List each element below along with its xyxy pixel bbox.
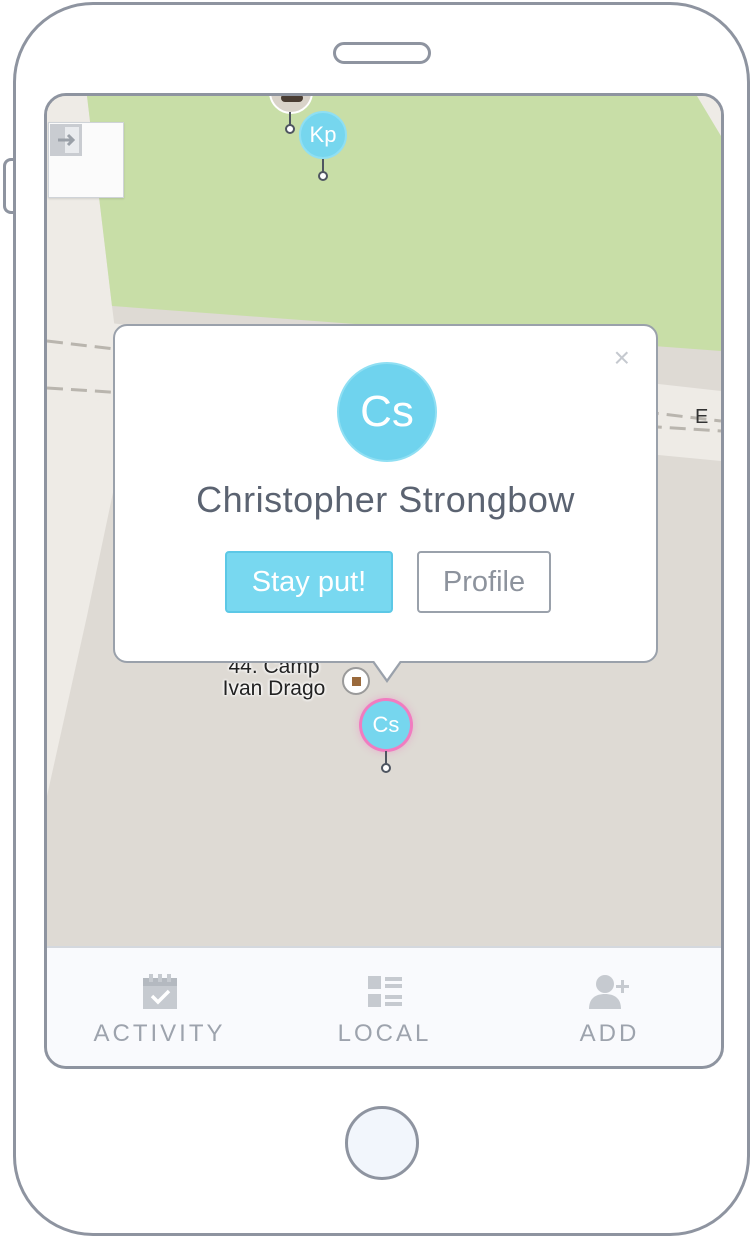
stay-put-button[interactable]: Stay put!	[225, 551, 393, 613]
map-view[interactable]: E Kp 44. Camp Ivan Drago Cs × Cs Christo…	[47, 96, 721, 946]
road-label: E	[695, 406, 709, 428]
profile-button[interactable]: Profile	[417, 551, 551, 613]
campsite-icon[interactable]	[342, 667, 370, 695]
calendar-check-icon	[142, 974, 177, 1009]
tab-activity[interactable]: ACTIVITY	[47, 948, 272, 1066]
tab-label: ACTIVITY	[93, 1020, 226, 1047]
tab-label: LOCAL	[337, 1020, 432, 1047]
user-avatar: Cs	[337, 362, 437, 462]
add-user-icon	[588, 975, 629, 1009]
pin-avatar: Kp	[299, 111, 347, 159]
tab-label: ADD	[579, 1020, 640, 1047]
tab-local[interactable]: LOCAL	[272, 948, 497, 1066]
phone-side-button	[3, 158, 13, 214]
tab-bar: ACTIVITY LOCAL ADD	[47, 946, 721, 1066]
list-icon	[367, 976, 402, 1007]
user-popup: × Cs Christopher Strongbow Stay put! Pro…	[113, 324, 658, 663]
home-button[interactable]	[345, 1106, 419, 1180]
exit-icon	[50, 124, 82, 156]
popup-pointer-fill	[372, 658, 402, 679]
user-name: Christopher Strongbow	[196, 479, 575, 520]
pin-avatar: Cs	[362, 701, 410, 749]
phone-speaker	[333, 42, 431, 64]
close-icon[interactable]: ×	[614, 344, 630, 372]
tab-add[interactable]: ADD	[497, 948, 721, 1066]
exit-button[interactable]	[48, 122, 124, 198]
app-screen: E Kp 44. Camp Ivan Drago Cs × Cs Christo…	[44, 93, 724, 1069]
